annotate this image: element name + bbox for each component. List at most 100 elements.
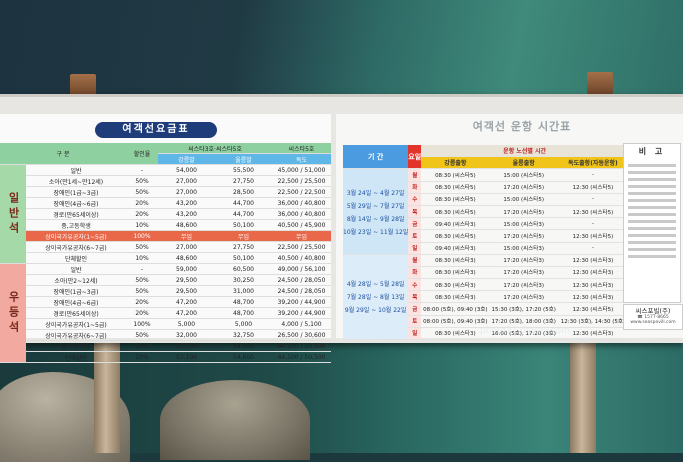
bracket-left	[70, 74, 96, 96]
fare-cell: 44,700	[215, 208, 272, 220]
time-cell: 15:30 (3호), 17:20 (5호)	[489, 302, 558, 316]
fare-cell: 단체할인	[26, 351, 126, 363]
day-cell: 금	[408, 302, 422, 316]
header-from-gangneung: 강릉출항	[421, 156, 490, 170]
header-ship-5: 씨스타5호	[272, 143, 331, 154]
period-line: 3월 24일 ~ 4월 27일	[346, 189, 405, 197]
time-cell: -	[557, 168, 628, 182]
day-cell: 월	[408, 254, 422, 267]
fare-cell: 45,000 / 51,000	[272, 164, 331, 176]
bracket-right	[587, 72, 613, 94]
time-cell: 09:40 (씨스타3)	[421, 217, 490, 231]
premium-seat-rows: 우등석 일반 -59,000 60,500 49,000 / 56,100 소아(만2~1…	[0, 263, 331, 363]
fare-row: 상이국가유공자(6~7급) 50% 32,000 32,750 26,500 / 30,…	[0, 329, 331, 341]
fare-cell: 20%	[126, 208, 158, 220]
fare-cell: 27,000	[158, 186, 215, 198]
fare-cell: 상이국가유공자(6~7급)	[26, 241, 126, 253]
day-cell: 일	[408, 327, 422, 341]
fare-cell: 27,000	[158, 175, 215, 187]
fare-cell: 39,200 / 44,900	[272, 296, 331, 308]
fare-row: 중,고등학생 10% 53,100 54,600 44,100 / 50,500	[0, 340, 331, 352]
time-cell: 08:30 (씨스타3)	[421, 278, 490, 292]
time-cell: 12:30 (씨스타5)	[557, 302, 628, 316]
premium-category-label: 우등석	[0, 263, 26, 363]
time-cell: 08:30 (씨스타5)	[421, 193, 490, 206]
fare-cell: 장애인(1급~3급)	[26, 186, 126, 198]
time-cell: 08:30 (씨스타5)	[421, 168, 490, 182]
remarks-box: 비 고	[623, 143, 681, 303]
fare-row: 단체할인 10% 48,600 50,100 40,500 / 40,800	[0, 252, 331, 264]
period-line: 5월 29일 ~ 7월 27일	[346, 202, 405, 210]
fare-cell: 22,500 / 25,500	[272, 175, 331, 187]
fare-cell: 47,200	[158, 296, 215, 308]
schedule-table: 기 간 요일 운항 노선별 시간 강릉출항 울릉출항 독도출항(자동운항) 3월…	[343, 145, 628, 341]
fare-cell: 43,200	[158, 197, 215, 209]
fare-panel: 여객선요금표 구 분 할인율 씨스타3호·씨스타5호 씨스타5호 강릉발 울릉발…	[0, 114, 331, 363]
fare-cell: 50%	[126, 175, 158, 187]
fare-cell: 일반	[26, 164, 126, 176]
fare-cell: 5,000	[215, 318, 272, 330]
fare-cell: 장애인(1급~3급)	[26, 285, 126, 297]
general-category-label: 일반석	[0, 164, 26, 264]
fare-row: 장애인(1급~3급) 50% 29,500 31,000 24,500 / 28,050	[0, 285, 331, 297]
period-line: 10월 23일 ~ 11월 12일	[343, 228, 409, 236]
fare-row: 일반석 일반 -54,000 55,500 45,000 / 51,000	[0, 164, 331, 264]
time-cell: 17:20 (씨스타5)	[489, 229, 558, 243]
remarks-title: 비 고	[638, 147, 666, 156]
fare-row: 중,고등학생 10% 48,600 50,100 40,500 / 45,900	[0, 219, 331, 231]
time-cell: 15:00 (씨스타5)	[489, 193, 558, 206]
fare-cell: 50%	[126, 285, 158, 297]
fare-cell: 26,500 / 30,600	[272, 329, 331, 341]
time-cell: 12:30 (씨스타5)	[557, 229, 628, 243]
header-ulleung: 울릉발	[215, 153, 272, 165]
fare-cell: 40,500 / 40,800	[272, 252, 331, 264]
time-cell: 17:20 (씨스타5)	[489, 181, 558, 194]
fare-cell: 48,700	[215, 307, 272, 319]
fare-row: 장애인(4급~6급) 20% 47,200 48,700 39,200 / 44,900	[0, 296, 331, 308]
fare-cell: 10%	[126, 340, 158, 352]
fare-cell: 4,000 / 5,100	[272, 318, 331, 330]
sea-water-top	[0, 0, 683, 100]
time-cell: -	[557, 217, 628, 231]
time-cell: 09:40 (씨스타3)	[421, 242, 490, 255]
fare-cell: 30,250	[215, 274, 272, 286]
fare-cell: 27,750	[215, 241, 272, 253]
fare-cell: 50,100	[215, 219, 272, 231]
fare-row: 장애인(4급~6급) 20% 43,200 44,700 36,000 / 40,800	[0, 197, 331, 209]
fare-cell: -	[126, 263, 158, 275]
fare-cell: 22,500 / 22,500	[272, 186, 331, 198]
day-cell: 목	[408, 205, 422, 219]
fare-cell: 장애인(4급~6급)	[26, 296, 126, 308]
fare-cell: 50%	[126, 186, 158, 198]
fare-row: 장애인(1급~3급) 50% 27,000 28,500 22,500 / 22,500	[0, 186, 331, 198]
fare-cell: 54,000	[158, 164, 215, 176]
fare-cell: -	[126, 164, 158, 176]
time-cell: 12:30 (씨스타3)	[557, 266, 628, 280]
fare-row: 상이국가유공자(6~7급) 50% 27,000 27,750 22,500 / 25,…	[0, 241, 331, 253]
header-category: 구 분	[0, 143, 126, 165]
fare-row: 소아(만2~12세) 50% 29,500 30,250 24,500 / 28,050	[0, 274, 331, 286]
fare-cell: 36,000 / 40,800	[272, 197, 331, 209]
day-cell: 토	[408, 229, 422, 243]
fare-cell: 100%	[126, 230, 158, 242]
time-cell: 15:00 (씨스타3)	[489, 217, 558, 231]
fare-cell: 20%	[126, 197, 158, 209]
fare-cell: 60,500	[215, 263, 272, 275]
time-cell: 17:20 (씨스타3)	[489, 254, 558, 267]
fare-cell: 중,고등학생	[26, 340, 126, 352]
time-cell: 08:30 (씨스타5)	[421, 229, 490, 243]
watermark: photo31.tistory.com	[480, 326, 570, 336]
header-day: 요일	[408, 145, 422, 170]
fare-cell: 중,고등학생	[26, 219, 126, 231]
day-cell: 일	[408, 242, 422, 255]
fare-header-row-1: 구 분 할인율 씨스타3호·씨스타5호 씨스타5호	[0, 143, 331, 165]
period-line: 8월 14일 ~ 9월 28일	[346, 215, 405, 223]
fare-cell: 장애인(4급~6급)	[26, 197, 126, 209]
fare-cell: 59,000	[158, 263, 215, 275]
fare-cell: 27,750	[215, 175, 272, 187]
time-cell: 17:20 (씨스타3)	[489, 290, 558, 304]
fare-cell: 39,200 / 44,900	[272, 307, 331, 319]
company-box: 씨스포빌(주) ☎ 1577-8665 www.seaspovill.com	[623, 304, 683, 330]
fare-cell: 무임	[158, 230, 215, 242]
fare-cell: 20%	[126, 296, 158, 308]
